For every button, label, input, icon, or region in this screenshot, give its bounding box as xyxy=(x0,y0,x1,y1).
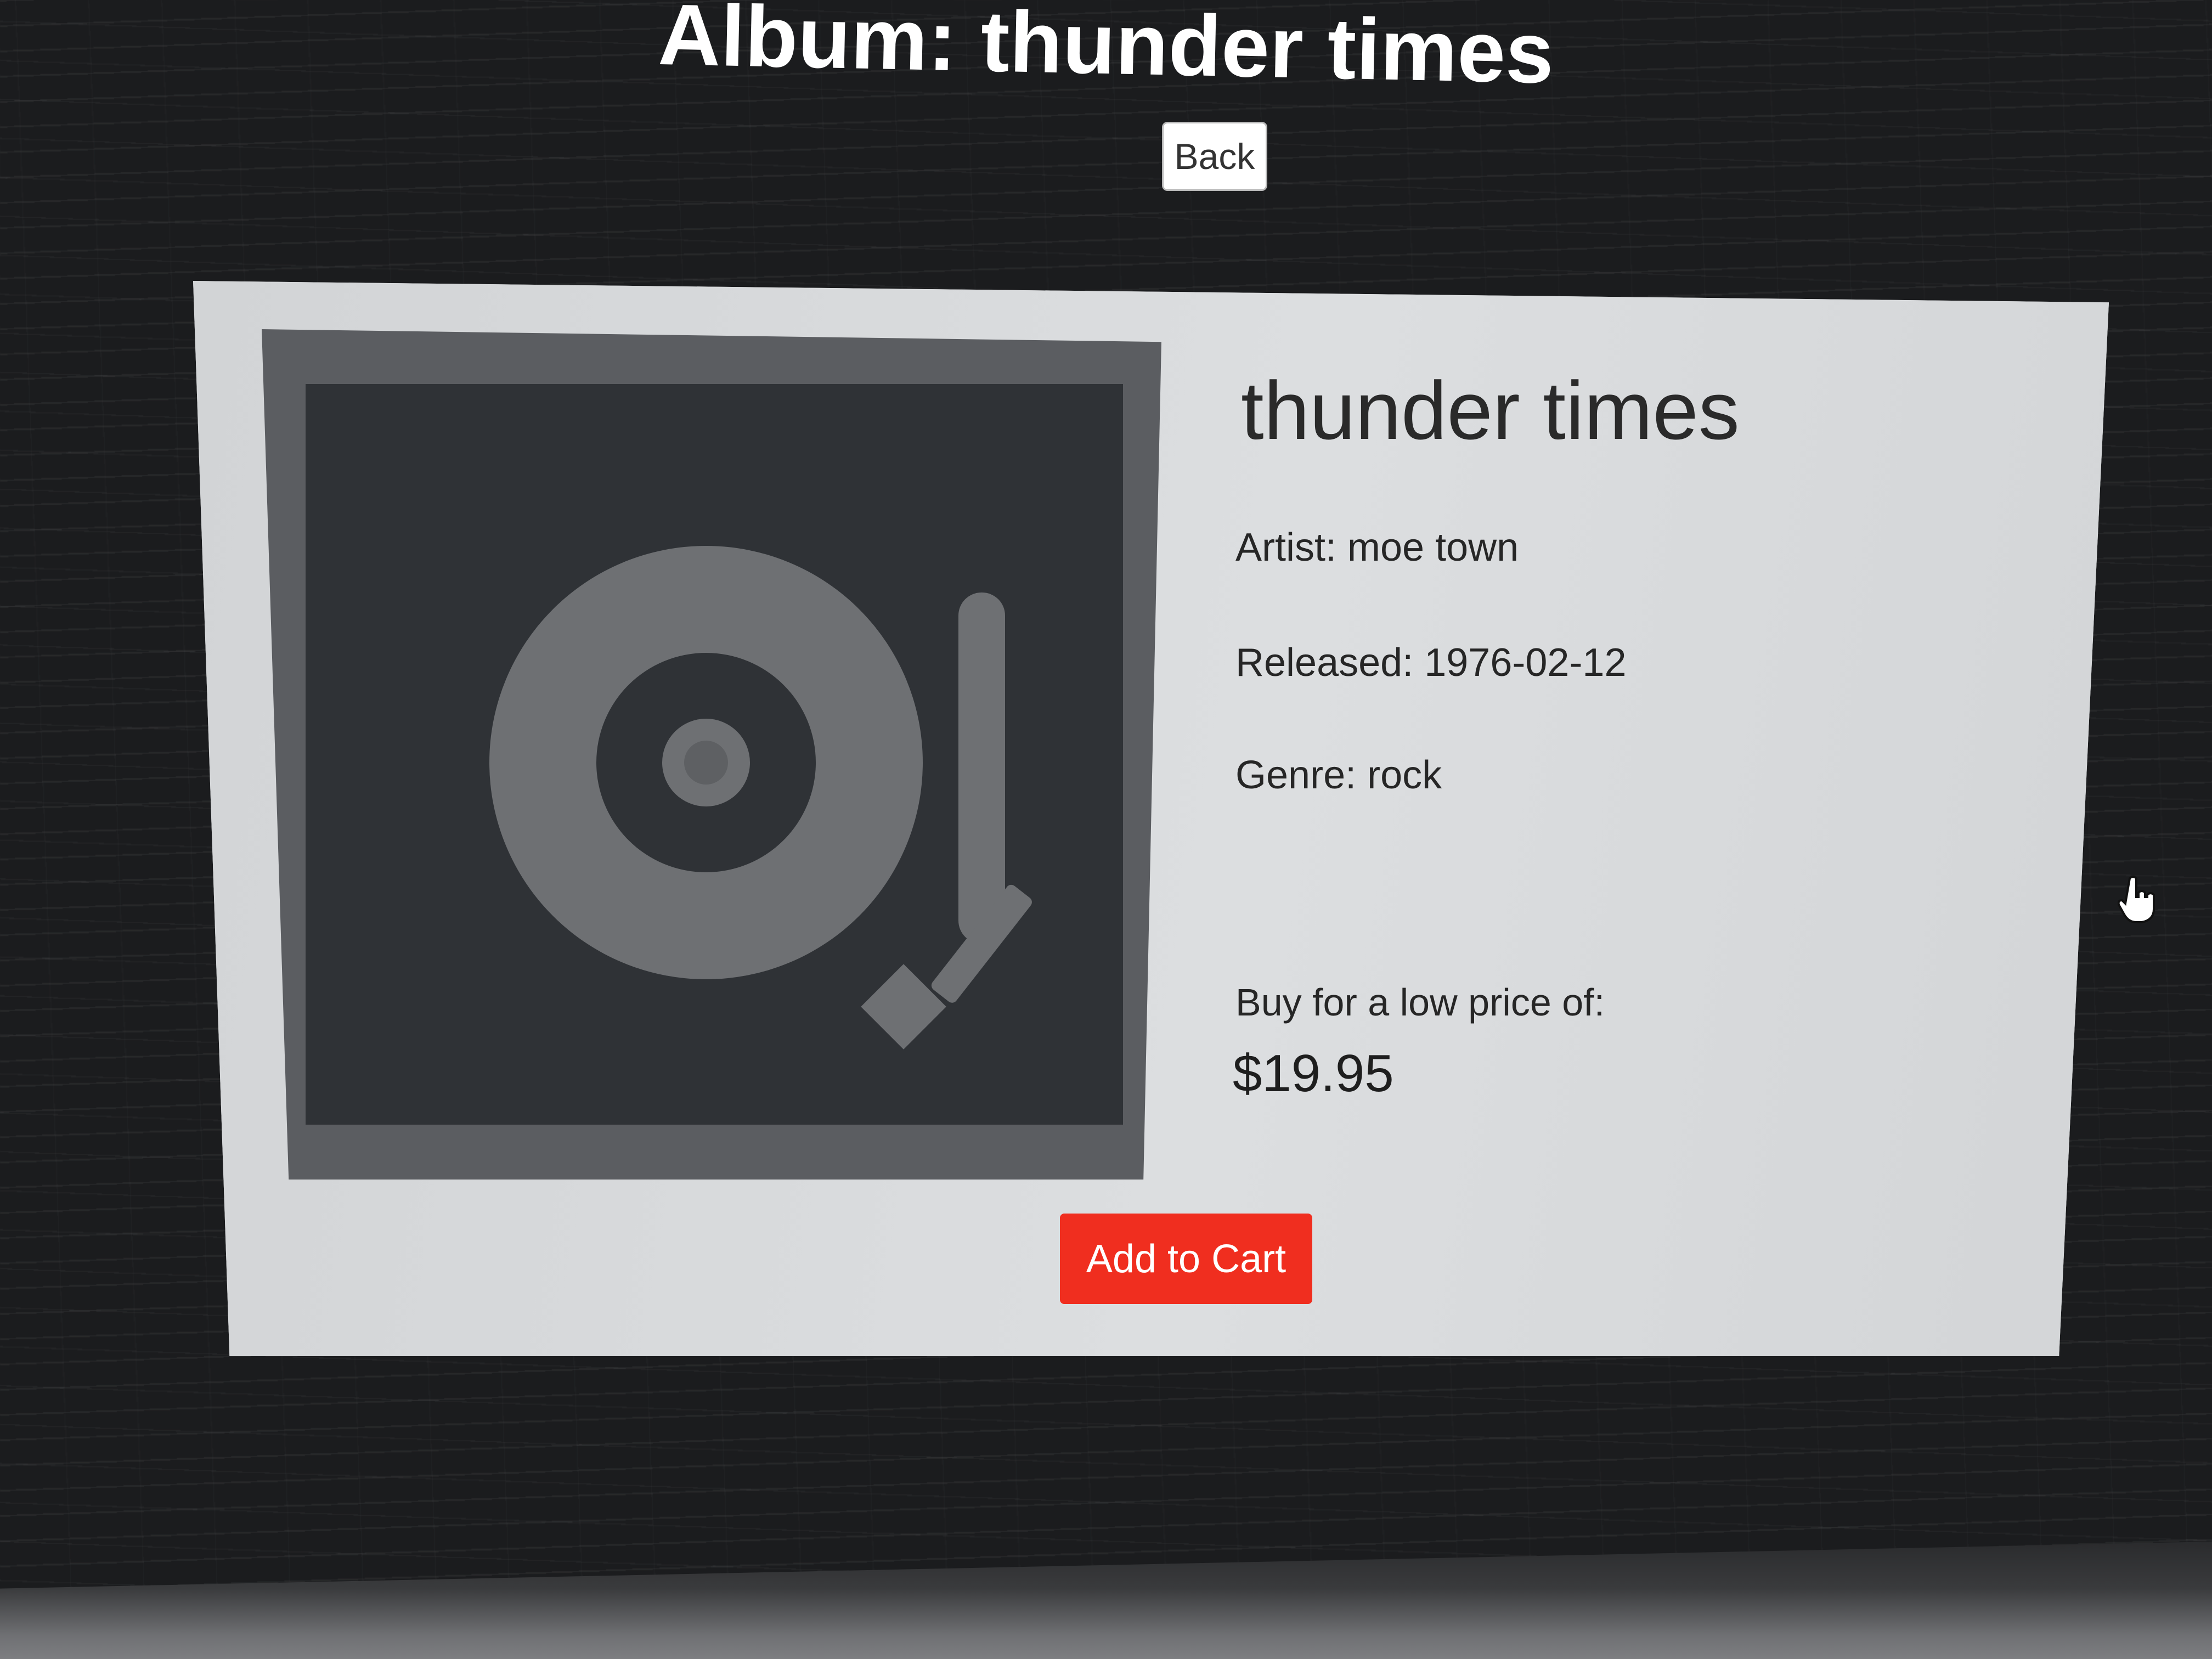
turntable-icon xyxy=(489,546,1032,1049)
page-title: Album: thunder times xyxy=(657,0,1555,102)
album-price: $19.95 xyxy=(1233,1044,1394,1103)
album-page: { "page": { "title": "Album: thunder tim… xyxy=(0,0,2212,1659)
album-release-date: Released: 1976-02-12 xyxy=(1235,641,1627,685)
album-artist: Artist: moe town xyxy=(1235,526,1519,569)
hand-cursor-icon xyxy=(2118,876,2155,923)
price-label: Buy for a low price of: xyxy=(1235,981,1605,1024)
album-cover-artwork xyxy=(306,384,1123,1125)
back-button[interactable]: Back xyxy=(1162,122,1267,191)
album-name: thunder times xyxy=(1241,364,1740,456)
album-genre: Genre: rock xyxy=(1235,753,1442,797)
album-card: thunder times Artist: moe town Released:… xyxy=(193,281,2109,1356)
album-cover xyxy=(262,329,1161,1180)
add-to-cart-button[interactable]: Add to Cart xyxy=(1060,1214,1312,1304)
monitor-bezel xyxy=(0,1542,2212,1659)
